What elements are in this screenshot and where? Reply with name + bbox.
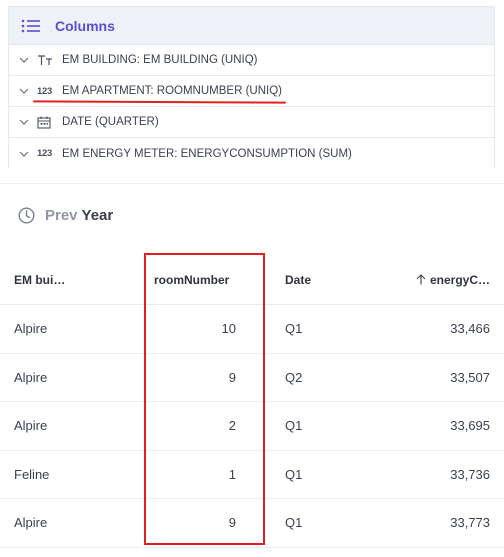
chevron-down-icon[interactable] bbox=[19, 86, 29, 96]
header-building[interactable]: EM bui… bbox=[0, 273, 140, 287]
chevron-down-icon[interactable] bbox=[19, 55, 29, 65]
columns-title: Columns bbox=[55, 17, 115, 34]
cell-date: Q2 bbox=[285, 369, 303, 385]
cell-energy: 33,507 bbox=[450, 369, 490, 385]
number-type-icon: 123 bbox=[37, 85, 52, 97]
column-label: EM ENERGY METER: ENERGYCONSUMPTION (SUM) bbox=[62, 147, 352, 160]
columns-panel: Columns EM BUILDING: EM BUILDING (UNIQ) … bbox=[8, 6, 495, 169]
chevron-down-icon[interactable] bbox=[19, 149, 29, 159]
calendar-type-icon bbox=[37, 116, 55, 129]
column-item-building[interactable]: EM BUILDING: EM BUILDING (UNIQ) bbox=[9, 45, 494, 76]
clock-icon bbox=[18, 207, 35, 224]
cell-energy: 33,695 bbox=[450, 418, 490, 434]
text-type-icon bbox=[37, 54, 55, 66]
chevron-down-icon[interactable] bbox=[19, 117, 29, 127]
cell-date: Q1 bbox=[285, 418, 303, 434]
column-label: EM APARTMENT: ROOMNUMBER (UNIQ) bbox=[62, 85, 282, 97]
column-item-energy[interactable]: 123 EM ENERGY METER: ENERGYCONSUMPTION (… bbox=[9, 138, 494, 169]
columns-header[interactable]: Columns bbox=[9, 7, 494, 45]
header-energy-label: energyC… bbox=[429, 272, 490, 287]
number-type-icon: 123 bbox=[37, 148, 52, 159]
sort-ascending-icon bbox=[416, 274, 426, 285]
annotation-highlight-box bbox=[144, 253, 265, 545]
header-energy[interactable]: energyC… bbox=[400, 273, 504, 287]
comparison-period-label: Year bbox=[81, 207, 114, 224]
cell-building: Alpire bbox=[14, 369, 48, 385]
cell-energy: 33,466 bbox=[450, 321, 490, 337]
cell-energy: 33,773 bbox=[450, 515, 490, 531]
section-divider bbox=[0, 183, 504, 184]
list-icon bbox=[21, 19, 40, 32]
comparison-prefix: Prev bbox=[45, 207, 78, 224]
comparison-period[interactable]: Prev Year bbox=[18, 207, 113, 224]
header-date[interactable]: Date bbox=[280, 273, 400, 287]
cell-building: Alpire bbox=[14, 418, 48, 434]
column-item-date[interactable]: DATE (QUARTER) bbox=[9, 107, 494, 138]
cell-building: Feline bbox=[14, 466, 50, 482]
cell-energy: 33,736 bbox=[450, 466, 490, 482]
column-label: DATE (QUARTER) bbox=[62, 116, 159, 128]
cell-date: Q1 bbox=[285, 515, 303, 531]
cell-date: Q1 bbox=[285, 321, 303, 337]
column-label: EM BUILDING: EM BUILDING (UNIQ) bbox=[62, 54, 258, 66]
cell-building: Alpire bbox=[14, 515, 48, 531]
cell-building: Alpire bbox=[14, 321, 48, 337]
cell-date: Q1 bbox=[285, 466, 303, 482]
